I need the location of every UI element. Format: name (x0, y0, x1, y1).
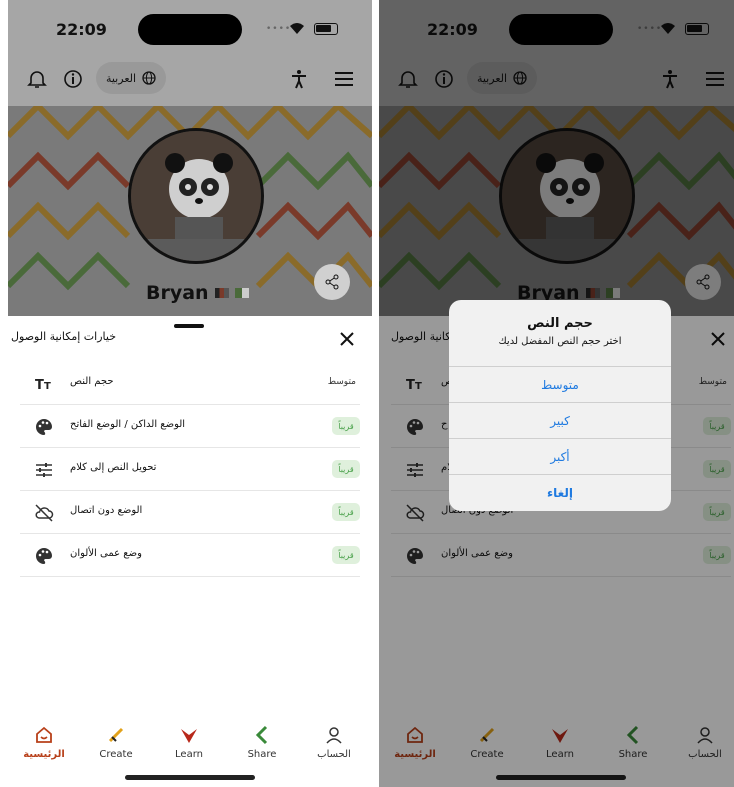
profile-name-row: Bryan (146, 282, 249, 304)
home-icon (36, 726, 52, 743)
language-selector[interactable]: العربية (96, 62, 166, 94)
text-size-dialog: حجم النص اختر حجم النص المفضل لديك متوسط… (449, 300, 671, 511)
accessibility-sheet: خيارات إمكانية الوصول TT حجم النص متوسط … (8, 316, 372, 711)
svg-text:T: T (35, 378, 44, 393)
option-larger-button[interactable]: أكبر (449, 438, 671, 474)
accessibility-icon[interactable] (288, 68, 310, 90)
coming-soon-badge: قريباً (332, 546, 360, 564)
text-size-icon: TT (35, 378, 51, 393)
tab-account[interactable]: الحساب (304, 725, 364, 760)
cloud-off-icon (35, 504, 54, 522)
palette-icon (36, 419, 52, 435)
dialog-title: حجم النص (527, 316, 593, 331)
globe-icon (142, 71, 156, 85)
tab-learn[interactable]: Learn (159, 725, 219, 760)
sheet-title: خيارات إمكانية الوصول (11, 330, 116, 343)
tab-label: Share (247, 749, 277, 760)
option-value: متوسط (327, 377, 356, 387)
tab-share[interactable]: Share (232, 725, 292, 760)
palette-icon (36, 548, 52, 564)
coming-soon-badge: قريباً (332, 417, 360, 435)
learn-icon (181, 729, 197, 743)
panda-logo (131, 131, 261, 261)
battery-icon (314, 23, 338, 35)
dynamic-island (138, 14, 242, 45)
profile-banner: Bryan (8, 106, 372, 316)
status-bar: 22:09 •••• (8, 0, 372, 60)
share-tab-icon (255, 725, 268, 745)
top-bar: العربية (8, 60, 372, 106)
status-time: 22:09 (56, 20, 107, 39)
flag-icon (234, 288, 249, 298)
tab-create[interactable]: Create (86, 725, 146, 760)
phone-screen-right: 22:09 •••• العربية Bryan مكانية الوصول T… (379, 0, 734, 787)
coming-soon-badge: قريباً (332, 503, 360, 521)
option-offline-mode[interactable]: الوضع دون اتصال قريباً (20, 491, 360, 534)
profile-name: Bryan (146, 282, 209, 304)
cancel-button[interactable]: إلغاء (449, 474, 671, 510)
option-label: تحويل النص إلى كلام (70, 462, 157, 473)
option-label: وضع عمى الألوان (70, 548, 142, 559)
sliders-icon (36, 463, 52, 477)
tab-label: الرئيسية (23, 749, 65, 760)
tab-label: Learn (175, 749, 203, 760)
flag-icon (214, 288, 229, 298)
option-label: حجم النص (70, 376, 114, 387)
option-large-button[interactable]: كبير (449, 402, 671, 438)
coming-soon-badge: قريباً (332, 460, 360, 478)
close-icon[interactable] (338, 330, 356, 348)
menu-icon[interactable] (333, 68, 355, 90)
tab-label: الحساب (317, 749, 351, 760)
option-dark-mode[interactable]: الوضع الداكن / الوضع الفاتح قريباً (20, 405, 360, 448)
option-text-to-speech[interactable]: تحويل النص إلى كلام قريباً (20, 448, 360, 491)
dialog-message: اختر حجم النص المفضل لديك (498, 336, 622, 347)
sheet-handle[interactable] (174, 324, 204, 328)
svg-text:T: T (44, 381, 51, 392)
share-button[interactable] (314, 264, 350, 300)
create-icon (108, 727, 124, 743)
wifi-icon (290, 23, 304, 34)
phone-screen-left: 22:09 •••• العربية Bryan خيارات إمكانية … (8, 0, 372, 787)
home-indicator (125, 775, 255, 780)
language-label: العربية (105, 71, 137, 85)
bell-icon[interactable] (26, 68, 48, 90)
option-label: الوضع دون اتصال (70, 505, 143, 516)
option-color-blind-mode[interactable]: وضع عمى الألوان قريباً (20, 534, 360, 577)
user-icon (326, 727, 342, 744)
tab-bar: الرئيسية Create Learn Share الحساب (8, 711, 372, 787)
tab-home[interactable]: الرئيسية (14, 725, 74, 760)
option-text-size[interactable]: TT حجم النص متوسط (20, 362, 360, 405)
share-icon (325, 274, 339, 290)
option-label: الوضع الداكن / الوضع الفاتح (70, 419, 186, 430)
option-medium-button[interactable]: متوسط (449, 366, 671, 402)
signal-icon: •••• (266, 24, 292, 34)
info-icon[interactable] (62, 68, 84, 90)
tab-label: Create (99, 749, 133, 760)
profile-avatar (128, 128, 264, 264)
